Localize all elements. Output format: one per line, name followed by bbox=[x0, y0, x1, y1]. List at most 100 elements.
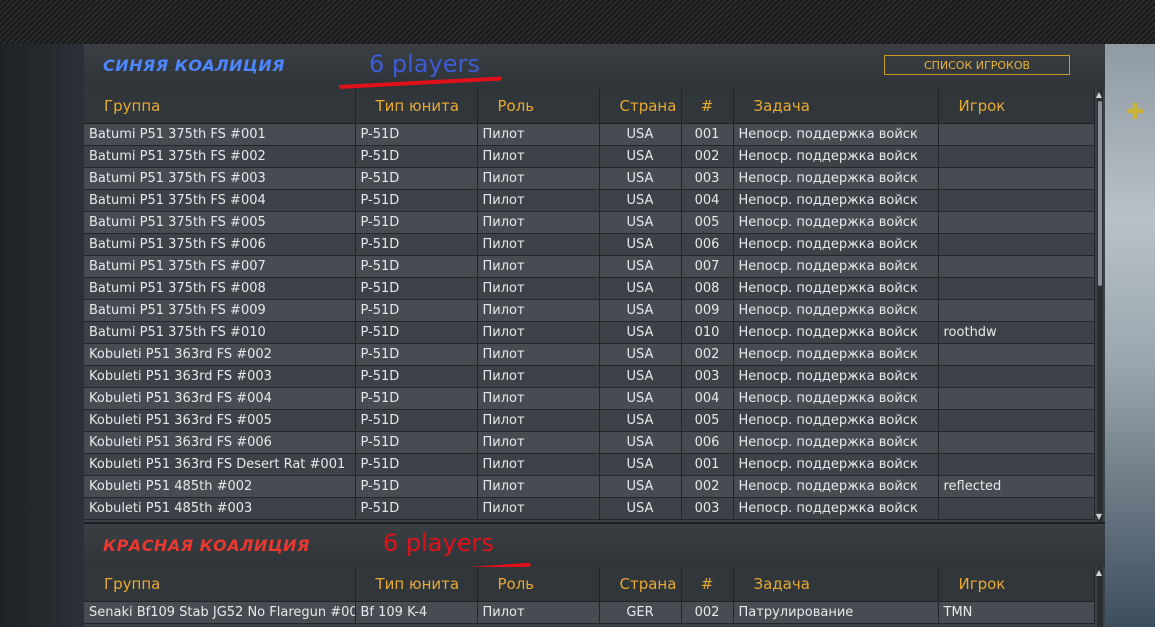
cell-task: Непоср. поддержка войск bbox=[733, 321, 939, 344]
column-header-group[interactable]: Группа bbox=[84, 567, 356, 602]
cell-player: reflected bbox=[938, 475, 1095, 498]
scroll-up-arrow-icon[interactable]: ▲ bbox=[1095, 91, 1103, 99]
scroll-down-arrow-icon[interactable]: ▼ bbox=[1095, 513, 1103, 521]
blue-table-scrollbar[interactable]: ▲ ▼ bbox=[1095, 89, 1103, 522]
column-header-player[interactable]: Игрок bbox=[938, 89, 1095, 124]
table-row[interactable]: Batumi P51 375th FS #005 P-51D Пилот USA 005… bbox=[84, 211, 1095, 234]
table-row[interactable]: Senaki Bf109 Stab JG52 No Flaregun #002 B… bbox=[84, 601, 1095, 624]
blue-coalition-title: СИНЯЯ КОАЛИЦИЯ bbox=[103, 56, 286, 75]
column-header-task[interactable]: Задача bbox=[733, 89, 939, 124]
column-header-player[interactable]: Игрок bbox=[938, 567, 1095, 602]
player-list-button[interactable]: СПИСОК ИГРОКОВ bbox=[884, 55, 1070, 75]
column-header-group[interactable]: Группа bbox=[84, 89, 356, 124]
cell-unit-type: P-51D bbox=[355, 497, 478, 520]
blue-scroll-thumb[interactable] bbox=[1098, 101, 1102, 286]
cell-number: 005 bbox=[681, 211, 734, 234]
table-row[interactable]: Batumi P51 375th FS #002 P-51D Пилот USA 002… bbox=[84, 145, 1095, 168]
cell-country: USA bbox=[599, 255, 682, 278]
cell-player bbox=[938, 343, 1095, 366]
column-header-role[interactable]: Роль bbox=[477, 567, 600, 602]
column-header-task[interactable]: Задача bbox=[733, 567, 939, 602]
cell-group: Kobuleti P51 363rd FS #002 bbox=[84, 343, 356, 366]
table-row[interactable]: Batumi P51 375th FS #003 P-51D Пилот USA 003… bbox=[84, 167, 1095, 190]
cell-player bbox=[938, 277, 1095, 300]
cell-unit-type: P-51D bbox=[355, 475, 478, 498]
cell-number: 004 bbox=[681, 189, 734, 212]
cell-group: Kobuleti P51 363rd FS Desert Rat #001 bbox=[84, 453, 356, 476]
cell-number: 002 bbox=[681, 601, 734, 624]
column-header-role[interactable]: Роль bbox=[477, 89, 600, 124]
cell-number: 001 bbox=[681, 123, 734, 146]
red-slots-table: Группа Тип юнита Роль Страна # Задача Игрок Se… bbox=[84, 567, 1095, 624]
cell-role: Пилот bbox=[477, 277, 600, 300]
red-table-scrollbar[interactable]: ▲ bbox=[1095, 567, 1103, 627]
cell-player bbox=[938, 189, 1095, 212]
cell-country: USA bbox=[599, 167, 682, 190]
cell-player bbox=[938, 453, 1095, 476]
cell-player bbox=[938, 211, 1095, 234]
cell-role: Пилот bbox=[477, 233, 600, 256]
table-row[interactable]: Batumi P51 375th FS #001 P-51D Пилот USA 001… bbox=[84, 123, 1095, 146]
cell-unit-type: P-51D bbox=[355, 211, 478, 234]
cell-unit-type: P-51D bbox=[355, 365, 478, 388]
cell-number: 006 bbox=[681, 431, 734, 454]
cell-unit-type: P-51D bbox=[355, 431, 478, 454]
table-row[interactable]: Kobuleti P51 363rd FS #004 P-51D Пилот USA 0… bbox=[84, 387, 1095, 410]
cell-number: 003 bbox=[681, 167, 734, 190]
cell-group: Batumi P51 375th FS #008 bbox=[84, 277, 356, 300]
cell-unit-type: P-51D bbox=[355, 233, 478, 256]
table-row[interactable]: Kobuleti P51 363rd FS #005 P-51D Пилот USA 0… bbox=[84, 409, 1095, 432]
table-row[interactable]: Kobuleti P51 485th #002 P-51D Пилот USA 002 Н… bbox=[84, 475, 1095, 498]
column-header-number[interactable]: # bbox=[681, 89, 734, 124]
table-row[interactable]: Batumi P51 375th FS #007 P-51D Пилот USA 007… bbox=[84, 255, 1095, 278]
cell-task: Непоср. поддержка войск bbox=[733, 189, 939, 212]
cell-role: Пилот bbox=[477, 123, 600, 146]
column-header-unit-type[interactable]: Тип юнита bbox=[355, 89, 478, 124]
cell-country: USA bbox=[599, 211, 682, 234]
cell-player bbox=[938, 387, 1095, 410]
red-coalition-header: КРАСНАЯ КОАЛИЦИЯ bbox=[84, 524, 1105, 567]
cell-role: Пилот bbox=[477, 601, 600, 624]
cell-player: TMN bbox=[938, 601, 1095, 624]
table-row[interactable]: Kobuleti P51 363rd FS #003 P-51D Пилот USA 0… bbox=[84, 365, 1095, 388]
cell-role: Пилот bbox=[477, 431, 600, 454]
cell-role: Пилот bbox=[477, 189, 600, 212]
cell-player bbox=[938, 233, 1095, 256]
table-row[interactable]: Kobuleti P51 363rd FS #006 P-51D Пилот USA 0… bbox=[84, 431, 1095, 454]
table-row[interactable]: Kobuleti P51 363rd FS #002 P-51D Пилот USA 0… bbox=[84, 343, 1095, 366]
cell-country: USA bbox=[599, 387, 682, 410]
table-row[interactable]: Batumi P51 375th FS #006 P-51D Пилот USA 006… bbox=[84, 233, 1095, 256]
scroll-up-arrow-icon[interactable]: ▲ bbox=[1095, 569, 1103, 577]
blue-coalition-table: Группа Тип юнита Роль Страна # Задача Игрок Ba… bbox=[84, 89, 1105, 522]
table-row[interactable]: Kobuleti P51 485th #003 P-51D Пилот USA 003 Н… bbox=[84, 497, 1095, 520]
cell-unit-type: P-51D bbox=[355, 255, 478, 278]
cell-country: USA bbox=[599, 475, 682, 498]
cell-group: Kobuleti P51 485th #002 bbox=[84, 475, 356, 498]
table-row[interactable]: Kobuleti P51 363rd FS Desert Rat #001 P-5… bbox=[84, 453, 1095, 476]
cell-task: Непоср. поддержка войск bbox=[733, 277, 939, 300]
cell-task: Непоср. поддержка войск bbox=[733, 145, 939, 168]
table-row[interactable]: Batumi P51 375th FS #004 P-51D Пилот USA 004… bbox=[84, 189, 1095, 212]
table-row[interactable]: Batumi P51 375th FS #010 P-51D Пилот USA 010… bbox=[84, 321, 1095, 344]
cell-player bbox=[938, 299, 1095, 322]
cell-group: Kobuleti P51 485th #003 bbox=[84, 497, 356, 520]
top-stripe-bar bbox=[0, 0, 1155, 44]
cell-task: Патрулирование bbox=[733, 601, 939, 624]
cell-task: Непоср. поддержка войск bbox=[733, 387, 939, 410]
cell-group: Batumi P51 375th FS #006 bbox=[84, 233, 356, 256]
cell-group: Batumi P51 375th FS #007 bbox=[84, 255, 356, 278]
table-row[interactable]: Batumi P51 375th FS #009 P-51D Пилот USA 009… bbox=[84, 299, 1095, 322]
cell-role: Пилот bbox=[477, 365, 600, 388]
column-header-country[interactable]: Страна bbox=[599, 89, 682, 124]
table-row[interactable]: Batumi P51 375th FS #008 P-51D Пилот USA 008… bbox=[84, 277, 1095, 300]
cell-player bbox=[938, 123, 1095, 146]
column-header-country[interactable]: Страна bbox=[599, 567, 682, 602]
cell-role: Пилот bbox=[477, 255, 600, 278]
cell-task: Непоср. поддержка войск bbox=[733, 255, 939, 278]
cell-group: Batumi P51 375th FS #005 bbox=[84, 211, 356, 234]
cell-group: Kobuleti P51 363rd FS #004 bbox=[84, 387, 356, 410]
column-header-number[interactable]: # bbox=[681, 567, 734, 602]
column-header-unit-type[interactable]: Тип юнита bbox=[355, 567, 478, 602]
cell-group: Batumi P51 375th FS #009 bbox=[84, 299, 356, 322]
cell-number: 004 bbox=[681, 387, 734, 410]
